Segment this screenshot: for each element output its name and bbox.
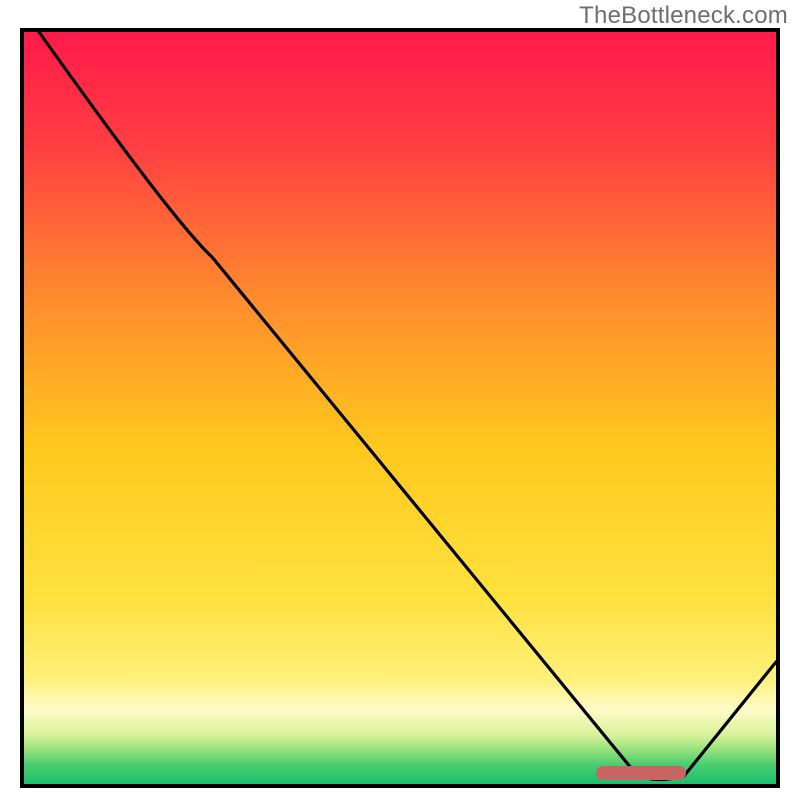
plot-area [20,28,780,788]
bottleneck-curve [24,32,776,784]
chart-container: TheBottleneck.com [0,0,800,800]
optimal-range-marker [596,766,686,780]
curve-path [39,32,776,780]
watermark-text: TheBottleneck.com [579,2,788,30]
